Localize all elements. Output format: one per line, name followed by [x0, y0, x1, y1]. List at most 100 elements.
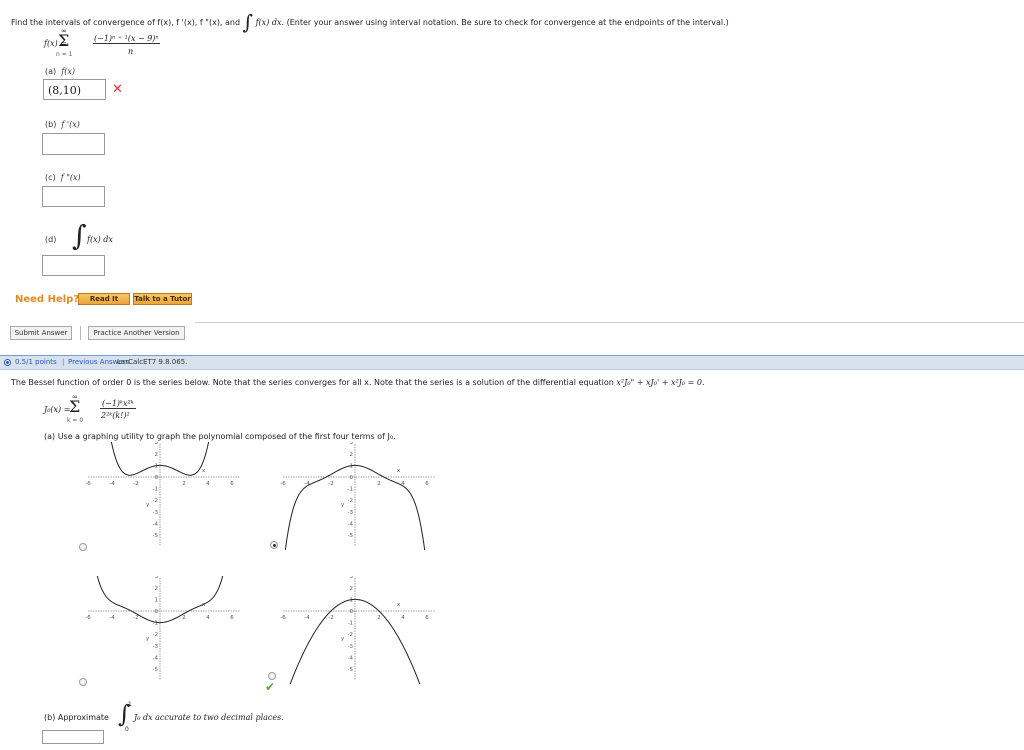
- integral-sign-icon: ∫: [72, 219, 87, 252]
- y-tick-label: -2: [153, 498, 158, 504]
- y-axis-label: y: [146, 502, 150, 508]
- question-header-bar: 0.5/1 points | Previous Answers LarCalcE…: [0, 355, 1024, 370]
- y-tick-label: 2: [350, 586, 354, 592]
- graph-option-4: -6 -4 -2 2 4 6x3210-1-2-3-4-5y: [280, 576, 435, 684]
- submit-answer-button[interactable]: Submit Answer: [10, 326, 72, 340]
- y-tick-label: 3: [155, 442, 159, 446]
- y-tick-label: -4: [153, 521, 159, 527]
- question-divider: [195, 322, 1024, 323]
- y-tick-label: 0: [350, 475, 354, 481]
- q2-part-a-text: (a) Use a graphing utility to graph the …: [44, 432, 396, 441]
- y-tick-label: -4: [348, 655, 354, 661]
- practice-another-version-button[interactable]: Practice Another Version: [88, 326, 185, 340]
- x-tick-label: -2: [328, 481, 333, 487]
- x-tick-label: 2: [377, 481, 381, 487]
- q1-instruction-prefix: Find the intervals of convergence of f(x…: [11, 18, 241, 27]
- x-tick-label: -4: [109, 615, 115, 621]
- graph-option-4-radio[interactable]: [268, 672, 276, 680]
- y-tick-label: -4: [153, 655, 159, 661]
- x-tick-label: -6: [280, 481, 286, 487]
- q2-equation: x²J₀" + xJ₀' + x²J₀ = 0.: [616, 378, 705, 387]
- graph-option-2: -6 -4 -2 2 4 6x3210-1-2-3-4-5y: [280, 442, 435, 550]
- q1-instruction-mid: f(x) dx.: [255, 18, 285, 27]
- graph-option-2-radio[interactable]: [270, 541, 278, 549]
- y-tick-label: 2: [155, 452, 159, 458]
- part-a-label: (a) f(x): [45, 67, 75, 76]
- q2-series-lhs: J₀(x) =: [44, 405, 71, 414]
- x-tick-label: 6: [425, 615, 429, 621]
- q1-numerator: (−1)ⁿ ⁺ ¹(x − 9)ⁿ: [93, 34, 160, 44]
- integral-sign-icon: ∫: [242, 10, 254, 34]
- y-tick-label: -1: [348, 621, 353, 627]
- sigma-icon: Σ: [58, 31, 70, 50]
- integral-upper-limit: 1: [128, 701, 132, 708]
- part-d-label: (d): [45, 235, 57, 244]
- y-tick-label: -2: [348, 632, 353, 638]
- button-separator: [80, 326, 81, 340]
- x-tick-label: 4: [401, 615, 405, 621]
- x-tick-label: 6: [425, 481, 429, 487]
- x-tick-label: -4: [109, 481, 115, 487]
- part-a-answer-input[interactable]: (8,10): [43, 79, 106, 100]
- part-b-label: (b) f '(x): [45, 120, 80, 129]
- x-tick-label: -2: [133, 481, 138, 487]
- x-tick-label: 4: [206, 615, 210, 621]
- y-tick-label: 3: [155, 576, 159, 580]
- q2-statement-text: The Bessel function of order 0 is the se…: [11, 378, 614, 387]
- x-tick-label: 2: [182, 615, 186, 621]
- q1-sum-bottom: n = 1: [56, 51, 73, 58]
- x-tick-label: 2: [182, 481, 186, 487]
- y-tick-label: -3: [348, 510, 354, 516]
- sigma-icon: Σ: [69, 397, 81, 416]
- points-bullet-dot-icon: [6, 361, 9, 364]
- part-b-answer-input[interactable]: [42, 133, 105, 155]
- y-tick-label: 0: [155, 609, 159, 615]
- graph-option-3-radio[interactable]: [79, 678, 87, 686]
- y-axis-label: y: [146, 636, 150, 642]
- q2-sum-bottom: k = 0: [67, 417, 84, 424]
- part-c-answer-input[interactable]: [42, 186, 105, 207]
- y-tick-label: -5: [348, 533, 354, 539]
- q2-part-b-integrand: J₀ dx accurate to two decimal places.: [134, 713, 284, 722]
- x-tick-label: -6: [85, 481, 91, 487]
- y-tick-label: -2: [153, 632, 158, 638]
- y-tick-label: -1: [153, 487, 158, 493]
- y-tick-label: -2: [348, 498, 353, 504]
- x-axis-label: x: [397, 468, 401, 474]
- q1-denominator: n: [128, 47, 134, 56]
- part-a-answer-value: (8,10): [48, 84, 82, 97]
- q2-statement: The Bessel function of order 0 is the se…: [11, 378, 705, 387]
- points-label: 0.5/1 points: [15, 358, 57, 366]
- y-tick-label: -3: [153, 644, 159, 650]
- question-code: LarCalcET7 9.8.065.: [117, 358, 188, 366]
- y-tick-label: -5: [153, 533, 159, 539]
- graph-option-1: -6 -4 -2 2 4 6x3210-1-2-3-4-5y: [85, 442, 240, 546]
- talk-to-tutor-button[interactable]: Talk to a Tutor: [133, 293, 192, 305]
- y-tick-label: 3: [350, 576, 354, 580]
- graph-option-1-radio[interactable]: [79, 543, 87, 551]
- header-separator: |: [62, 358, 65, 366]
- read-it-button[interactable]: Read It: [78, 293, 130, 305]
- part-d-answer-input[interactable]: [42, 255, 105, 276]
- incorrect-x-icon: ✕: [112, 82, 123, 97]
- y-axis-label: y: [341, 636, 345, 642]
- y-tick-label: -5: [153, 667, 159, 673]
- y-tick-label: -5: [348, 667, 354, 673]
- y-tick-label: 1: [155, 597, 159, 603]
- x-axis-label: x: [397, 602, 401, 608]
- q2-part-b-answer-input[interactable]: [42, 730, 104, 744]
- x-tick-label: -2: [328, 615, 333, 621]
- y-tick-label: 3: [350, 442, 354, 446]
- correct-check-icon: ✔: [265, 680, 276, 694]
- x-tick-label: 6: [230, 615, 234, 621]
- q1-instruction: Find the intervals of convergence of f(x…: [11, 6, 729, 34]
- q1-instruction-suffix: (Enter your answer using interval notati…: [286, 18, 729, 27]
- q2-denominator: 2²ᵏ(k!)²: [101, 411, 130, 420]
- x-tick-label: -2: [133, 615, 138, 621]
- x-tick-label: 2: [377, 615, 381, 621]
- part-c-label: (c) f "(x): [45, 173, 81, 182]
- q2-numerator: (−1)ᵏx²ᵏ: [100, 399, 136, 409]
- y-tick-label: 2: [155, 586, 159, 592]
- x-tick-label: 6: [230, 481, 234, 487]
- x-tick-label: -6: [280, 615, 286, 621]
